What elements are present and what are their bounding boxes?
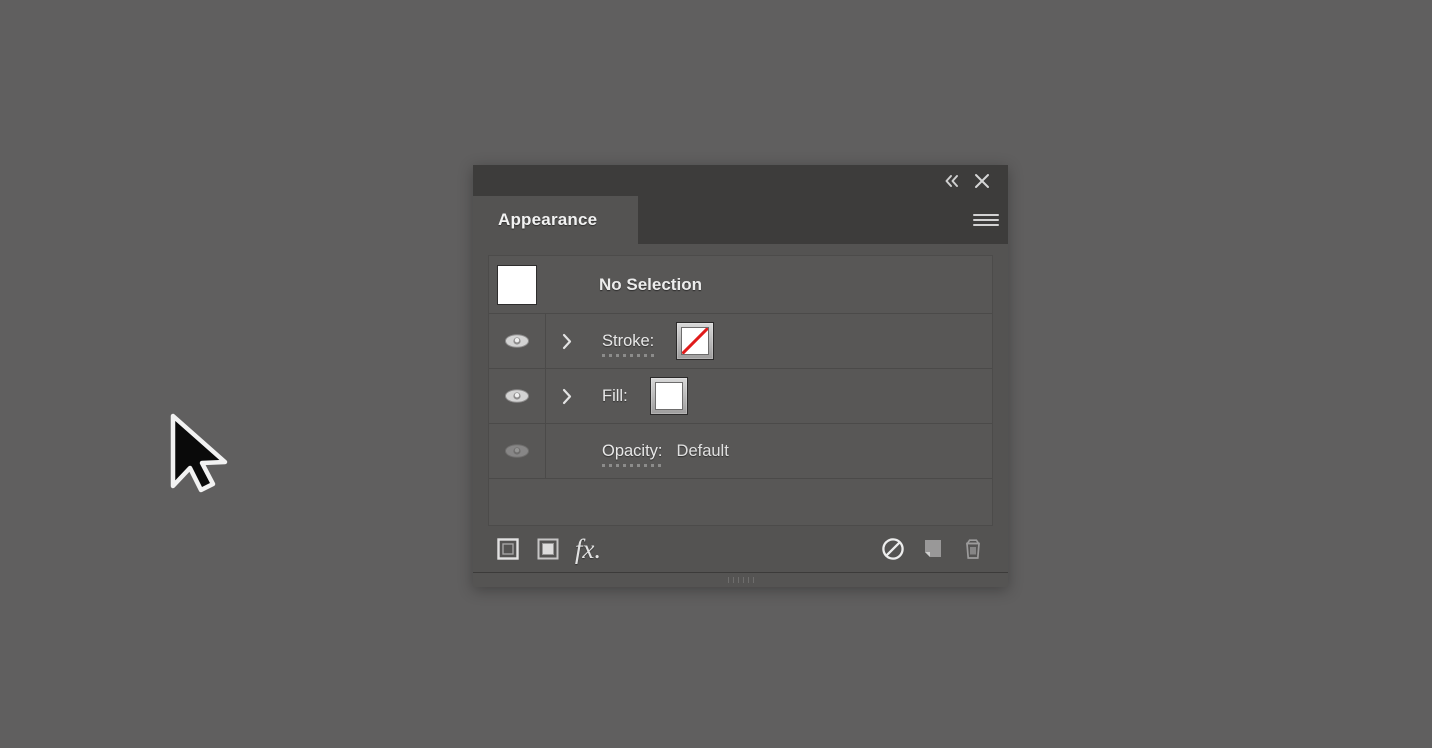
stroke-swatch-inner <box>681 327 710 355</box>
eye-icon <box>505 389 529 403</box>
eye-icon-dim <box>505 444 529 458</box>
close-icon[interactable] <box>967 168 997 194</box>
appearance-list: No Selection Stroke: Fill: Opacity: Defa… <box>488 255 993 526</box>
add-new-fill-button[interactable] <box>528 531 568 567</box>
appearance-panel: Appearance No Selection Stroke: Fill: Op… <box>473 165 1008 587</box>
filled-square-icon <box>537 538 559 560</box>
visibility-toggle-opacity[interactable] <box>489 424 546 478</box>
appearance-row-opacity[interactable]: Opacity: Default <box>489 424 992 479</box>
hamburger-bar <box>973 219 999 221</box>
visibility-toggle-fill[interactable] <box>489 369 546 423</box>
row-label-stroke: Stroke: <box>602 331 655 357</box>
clear-appearance-button[interactable] <box>873 531 913 567</box>
grip-tick <box>742 577 744 583</box>
disclosure-toggle-fill[interactable] <box>546 388 588 405</box>
row-label-fill-text: Fill: <box>602 386 628 405</box>
opacity-value[interactable]: Default <box>677 442 729 461</box>
hamburger-bar <box>973 224 999 226</box>
chevron-right-icon <box>562 388 572 404</box>
duplicate-item-button[interactable] <box>913 531 953 567</box>
appearance-row-fill[interactable]: Fill: <box>489 369 992 424</box>
add-new-stroke-button[interactable] <box>488 531 528 567</box>
appearance-header-row: No Selection <box>489 256 992 314</box>
row-label-stroke-text: Stroke: <box>602 331 655 350</box>
appearance-list-empty-area <box>489 479 992 525</box>
fx-icon: fx. <box>574 533 602 564</box>
hollow-square-icon <box>497 538 519 560</box>
panel-resize-grip[interactable] <box>473 572 1008 587</box>
row-label-underline <box>602 463 663 467</box>
row-label-opacity: Opacity: <box>602 441 663 467</box>
none-slash-icon <box>682 328 709 354</box>
add-new-effect-button[interactable]: fx. <box>568 531 608 567</box>
grip-tick <box>727 577 729 583</box>
eye-icon <box>505 334 529 348</box>
header-swatch-wrap <box>489 264 545 305</box>
grip-tick <box>752 577 754 583</box>
panel-tab-strip: Appearance <box>473 196 1008 244</box>
hamburger-menu-icon[interactable] <box>964 196 1008 244</box>
selection-status-label: No Selection <box>599 274 702 294</box>
fill-swatch-inner <box>654 382 683 410</box>
desktop-canvas: Appearance No Selection Stroke: Fill: Op… <box>0 0 1432 748</box>
fill-color-swatch[interactable] <box>649 377 688 415</box>
row-label-opacity-text: Opacity: <box>602 441 663 460</box>
panel-footer-toolbar: fx. <box>473 526 1008 572</box>
grip-tick <box>737 577 739 583</box>
arrow-pointer-cursor <box>168 412 232 494</box>
row-label-underline <box>602 353 655 357</box>
appearance-row-stroke[interactable]: Stroke: <box>489 314 992 369</box>
chevron-right-icon <box>562 333 572 349</box>
double-chevron-left-icon[interactable] <box>937 168 967 194</box>
disclosure-toggle-stroke[interactable] <box>546 333 588 350</box>
selection-thumbnail-swatch <box>497 264 537 305</box>
hamburger-bar <box>973 214 999 216</box>
grip-tick <box>732 577 734 583</box>
circle-slash-icon <box>882 538 904 560</box>
tab-appearance[interactable]: Appearance <box>473 196 638 244</box>
stroke-color-swatch[interactable] <box>676 322 715 360</box>
delete-item-button[interactable] <box>953 531 993 567</box>
tab-appearance-label: Appearance <box>498 210 598 229</box>
panel-titlebar[interactable] <box>473 165 1008 196</box>
grip-tick <box>747 577 749 583</box>
duplicate-page-icon <box>925 540 941 557</box>
trash-icon <box>965 539 981 559</box>
visibility-toggle-stroke[interactable] <box>489 314 546 368</box>
tab-strip-spacer <box>638 196 964 244</box>
row-label-fill: Fill: <box>602 387 628 406</box>
